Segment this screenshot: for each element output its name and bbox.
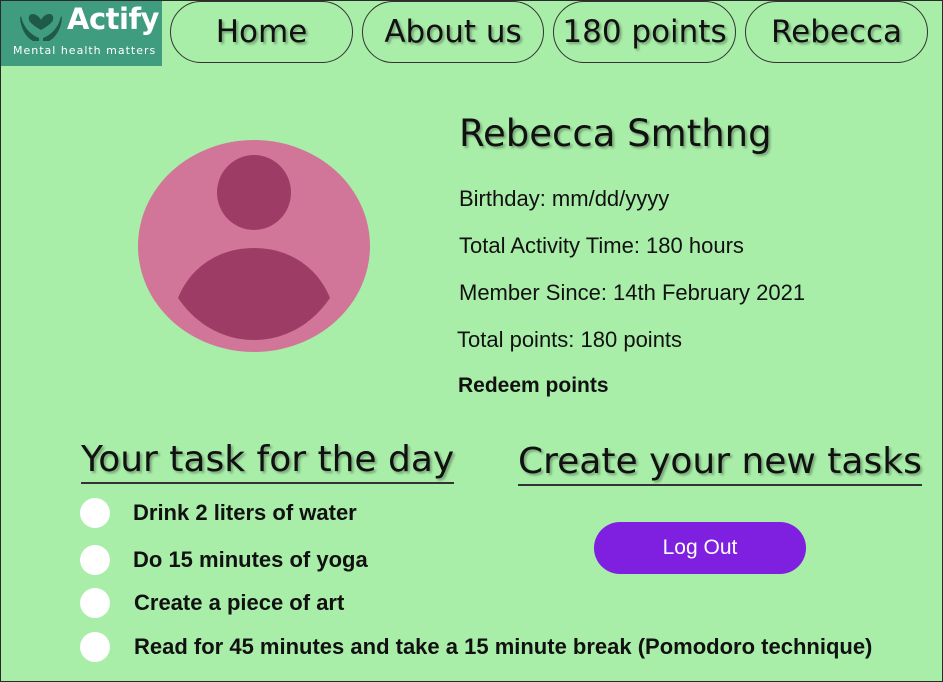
- task-label: Do 15 minutes of yoga: [133, 547, 368, 572]
- task-checkbox[interactable]: [80, 632, 110, 662]
- redeem-points-link[interactable]: Redeem points: [458, 374, 609, 398]
- task-item: Do 15 minutes of yoga: [80, 545, 368, 575]
- task-checkbox[interactable]: [80, 498, 110, 528]
- nav-about-button[interactable]: About us: [362, 1, 544, 63]
- nav-home-button[interactable]: Home: [170, 1, 353, 63]
- task-label: Create a piece of art: [134, 590, 345, 615]
- task-item: Drink 2 liters of water: [80, 498, 357, 528]
- tasks-section-title: Your task for the day: [81, 438, 455, 484]
- profile-activity-time: Total Activity Time: 180 hours: [459, 233, 744, 258]
- task-label: Drink 2 liters of water: [133, 500, 357, 525]
- app-logo[interactable]: Actify Mental health matters: [1, 0, 162, 66]
- task-item: Create a piece of art: [80, 588, 344, 618]
- nav-points-button[interactable]: 180 points: [553, 1, 736, 63]
- logout-button[interactable]: Log Out: [594, 522, 806, 574]
- hands-heart-icon: [20, 14, 62, 41]
- profile-total-points: Total points: 180 points: [457, 327, 683, 352]
- brand-tagline: Mental health matters: [13, 44, 157, 57]
- profile-name: Rebecca Smthng: [459, 112, 772, 155]
- nav-user-button[interactable]: Rebecca: [745, 1, 928, 63]
- profile-birthday: Birthday: mm/dd/yyyy: [459, 186, 670, 211]
- task-item: Read for 45 minutes and take a 15 minute…: [80, 632, 872, 662]
- brand-name: Actify: [67, 2, 159, 36]
- profile-member-since: Member Since: 14th February 2021: [459, 280, 806, 305]
- avatar-body: [178, 248, 330, 340]
- user-avatar-icon: [138, 140, 370, 352]
- task-label: Read for 45 minutes and take a 15 minute…: [134, 634, 873, 659]
- create-tasks-title[interactable]: Create your new tasks: [518, 440, 922, 486]
- task-checkbox[interactable]: [80, 545, 110, 575]
- task-checkbox[interactable]: [80, 588, 110, 618]
